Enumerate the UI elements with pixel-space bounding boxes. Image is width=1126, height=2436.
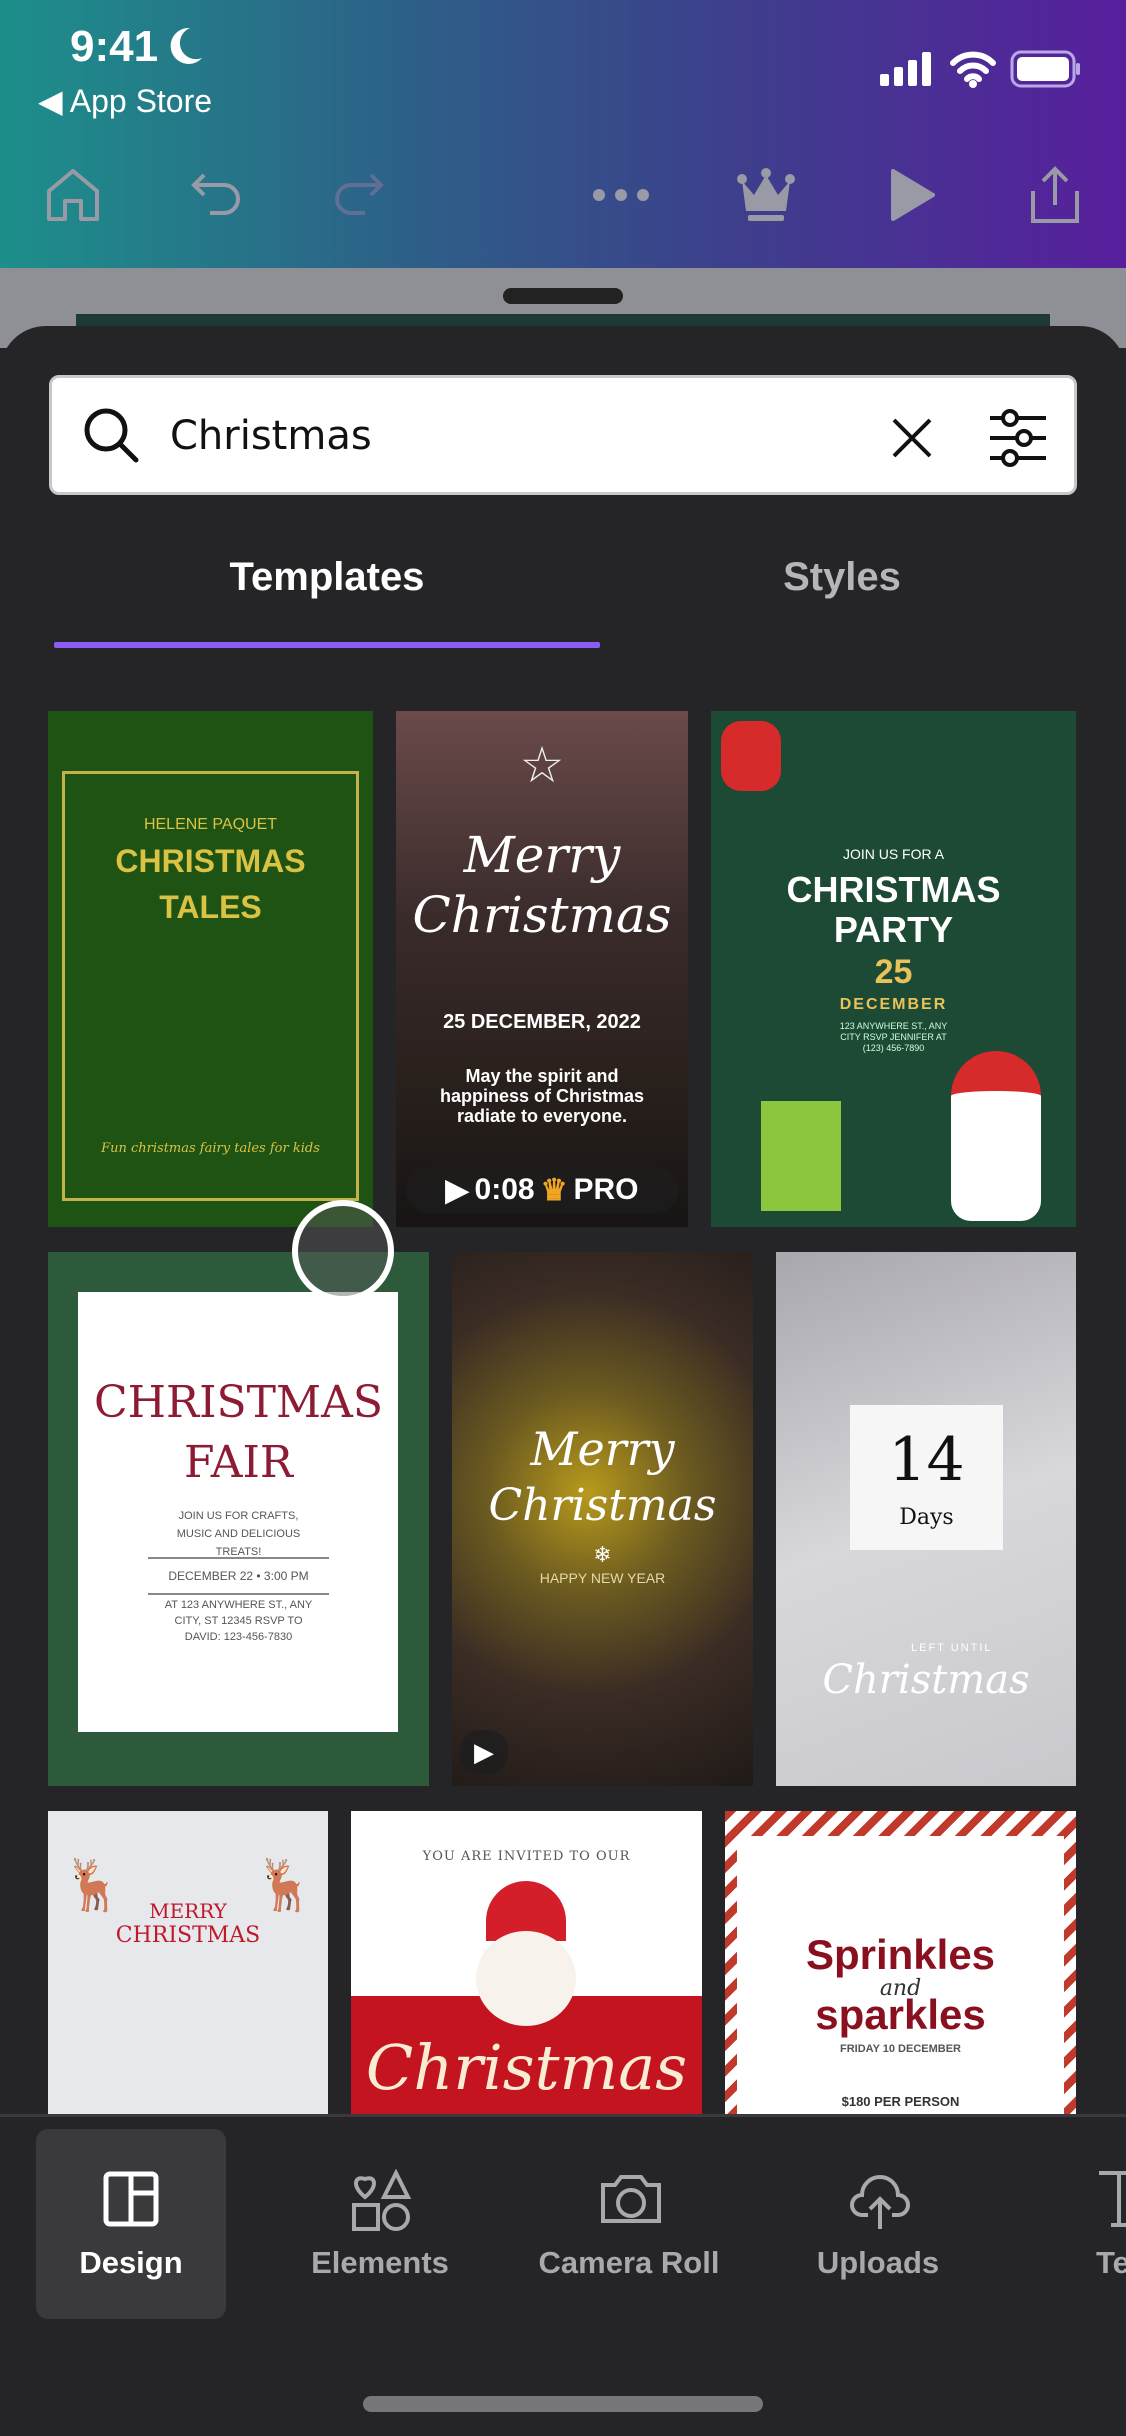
snowflake-icon: ❄	[593, 1542, 612, 1567]
home-indicator[interactable]	[363, 2396, 763, 2412]
design-layout-icon	[103, 2171, 159, 2227]
template-text: YOU ARE INVITED TO OUR	[422, 1849, 631, 1864]
premium-button[interactable]	[731, 160, 801, 230]
template-text: sparkles	[815, 1991, 986, 2038]
template-text: DECEMBER	[839, 996, 948, 1013]
mitten-decoration	[721, 721, 781, 791]
home-icon	[47, 169, 99, 221]
template-text: 25	[874, 953, 913, 991]
play-icon: ▶	[445, 1173, 469, 1207]
nav-camera-roll[interactable]: Camera Roll	[534, 2129, 724, 2319]
active-tab-indicator	[54, 642, 600, 648]
template-text: Merry	[463, 826, 621, 884]
play-icon: ▶	[474, 1737, 494, 1767]
tab-templates[interactable]: Templates	[57, 555, 597, 600]
template-merry-christmas-video[interactable]: ☆ Merry Christmas 25 DECEMBER, 2022 May …	[396, 711, 688, 1227]
template-text: HELENE PAQUET	[143, 816, 278, 833]
cloud-upload-icon	[850, 2175, 910, 2229]
template-text: FRIDAY 10 DECEMBER	[839, 2043, 962, 2055]
template-christmas-party[interactable]: JOIN US FOR A CHRISTMAS PARTY 25 DECEMBE…	[711, 711, 1076, 1227]
moon-icon	[170, 27, 202, 64]
search-icon	[84, 408, 139, 463]
template-sprinkles-sparkles[interactable]: Sprinkles and sparkles FRIDAY 10 DECEMBE…	[725, 1811, 1076, 2114]
template-santa-invite[interactable]: YOU ARE INVITED TO OUR Christmas	[351, 1811, 702, 2114]
nav-elements[interactable]: Elements	[285, 2129, 475, 2319]
template-christmas-tales[interactable]: HELENE PAQUET CHRISTMAS TALES Fun christ…	[48, 711, 373, 1227]
redo-icon	[335, 173, 384, 215]
video-duration-badge: ▶ 0:08 ♛ PRO	[406, 1167, 678, 1213]
template-text: MERRY	[149, 1899, 227, 1923]
more-options-button[interactable]	[586, 160, 656, 230]
template-text: Sprinkles	[805, 1931, 996, 1978]
ornamental-frame	[62, 771, 359, 1201]
template-text: CHRISTMAS	[786, 869, 1001, 910]
video-play-badge: ▶	[460, 1730, 508, 1774]
signal-icon	[880, 52, 931, 86]
play-icon	[891, 169, 935, 221]
snowman-decoration	[951, 1051, 1041, 1221]
template-text: AT 123 ANYWHERE ST., ANY CITY, ST 12345 …	[164, 1599, 313, 1643]
template-text: LEFT UNTIL	[911, 1642, 993, 1654]
template-text: Christmas	[488, 1480, 717, 1531]
template-text: May the spirit and happiness of Christma…	[439, 1066, 645, 1126]
battery-icon	[1010, 50, 1080, 88]
wifi-icon	[950, 51, 996, 88]
template-text: CHRISTMAS	[115, 1923, 261, 1948]
template-text: JOIN US FOR A	[842, 846, 945, 862]
santa-face	[476, 1931, 576, 2026]
redo-button[interactable]	[322, 160, 392, 230]
camera-icon	[601, 2175, 661, 2223]
touch-indicator	[292, 1200, 394, 1302]
undo-button[interactable]	[183, 160, 253, 230]
template-14-days[interactable]: 14 Days LEFT UNTIL Christmas	[776, 1252, 1076, 1786]
elements-shapes-icon	[352, 2169, 412, 2231]
template-text: Days	[899, 1505, 954, 1530]
template-text: 25 DECEMBER, 2022	[443, 1011, 641, 1033]
back-to-app-store[interactable]: ◀ App Store	[38, 82, 212, 120]
sheet-drag-handle[interactable]	[503, 288, 623, 304]
home-button[interactable]	[38, 160, 108, 230]
share-button[interactable]	[1020, 160, 1090, 230]
text-icon	[1099, 2171, 1126, 2227]
template-text: CHRISTMAS	[115, 843, 306, 879]
clear-search-icon[interactable]	[890, 416, 934, 460]
template-merry-christmas-gold[interactable]: Merry Christmas ❄ HAPPY NEW YEAR ▶	[452, 1252, 753, 1786]
status-time: 9:41	[70, 22, 159, 71]
template-text: 14	[888, 1425, 965, 1495]
template-text: TALES	[159, 889, 262, 925]
template-text: PARTY	[833, 909, 954, 950]
search-input[interactable]	[170, 406, 870, 466]
template-text: DECEMBER 22 • 3:00 PM	[148, 1557, 329, 1595]
gift-decoration	[761, 1101, 841, 1211]
star-icon: ☆	[519, 737, 565, 793]
filter-icon[interactable]	[988, 408, 1048, 468]
template-text: CHRISTMAS	[93, 1377, 383, 1428]
tab-styles[interactable]: Styles	[572, 555, 1112, 600]
crown-icon	[737, 168, 795, 221]
search-bar[interactable]	[49, 375, 1077, 495]
template-christmas-fair[interactable]: CHRISTMAS FAIR JOIN US FOR CRAFTS, MUSIC…	[48, 1252, 429, 1786]
nav-uploads[interactable]: Uploads	[783, 2129, 973, 2319]
template-text: Fun christmas fairy tales for kids	[101, 1141, 320, 1156]
back-triangle-icon: ◀	[38, 83, 70, 119]
template-text: HAPPY NEW YEAR	[539, 1570, 666, 1586]
app-header: 9:41 ◀ App Store	[0, 0, 1126, 268]
countdown-card: 14 Days	[850, 1405, 1003, 1550]
template-text: Christmas	[822, 1657, 1030, 1703]
nav-text[interactable]: Te	[1030, 2129, 1126, 2319]
present-button[interactable]	[877, 160, 947, 230]
crown-icon: ♛	[540, 1173, 568, 1207]
undo-icon	[191, 173, 240, 215]
template-text: FAIR	[184, 1437, 293, 1488]
template-text: JOIN US FOR CRAFTS, MUSIC AND DELICIOUS …	[176, 1510, 301, 1558]
template-text: $180 PER PERSON	[841, 2094, 960, 2109]
share-icon	[1031, 166, 1079, 223]
template-text: Christmas	[412, 886, 672, 944]
template-text: Christmas	[365, 2031, 688, 2104]
more-icon	[593, 189, 649, 201]
template-text: 123 ANYWHERE ST., ANY CITY RSVP JENNIFER…	[839, 1021, 948, 1053]
template-merry-christmas-reindeer[interactable]: 🦌 🦌 MERRY CHRISTMAS	[48, 1811, 328, 2114]
template-text: Merry	[530, 1422, 675, 1476]
nav-design[interactable]: Design	[36, 2129, 226, 2319]
